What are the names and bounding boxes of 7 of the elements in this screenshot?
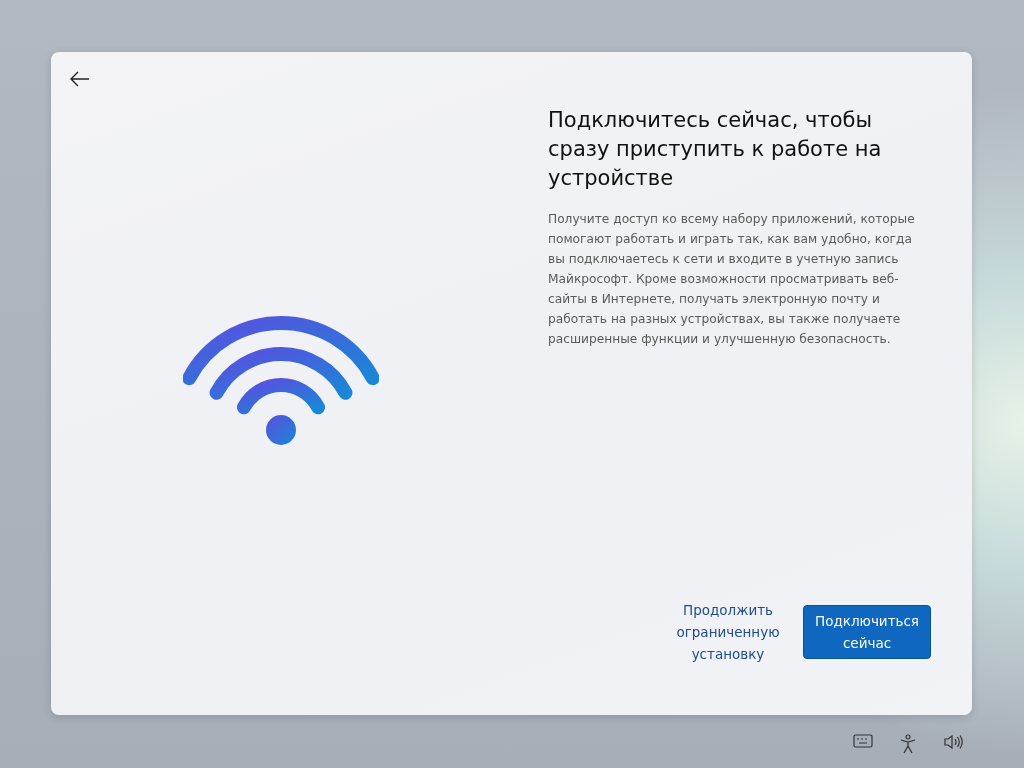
keyboard-icon[interactable]	[853, 734, 873, 748]
page-title: Подключитесь сейчас, чтобы сразу приступить к работе на устройстве	[548, 107, 883, 192]
limited-setup-link[interactable]: Продолжить ограниченную установку	[669, 599, 787, 665]
accessibility-icon[interactable]	[899, 734, 917, 754]
speaker-icon[interactable]	[943, 734, 963, 750]
connect-now-button[interactable]: Подключиться сейчас	[803, 605, 931, 659]
description-text: Получите доступ ко всему набору приложений, которые помогают работать и играть так, как вам удобно, когда вы подключаетесь к сети и входите в учетную запись Майкрософт. Кроме возможности просматривать веб-сайты в Интернете, получать электронную почту и работать на разных устройствах, вы также получаете расширенные функции и улучшенную безопасность.	[548, 211, 916, 348]
